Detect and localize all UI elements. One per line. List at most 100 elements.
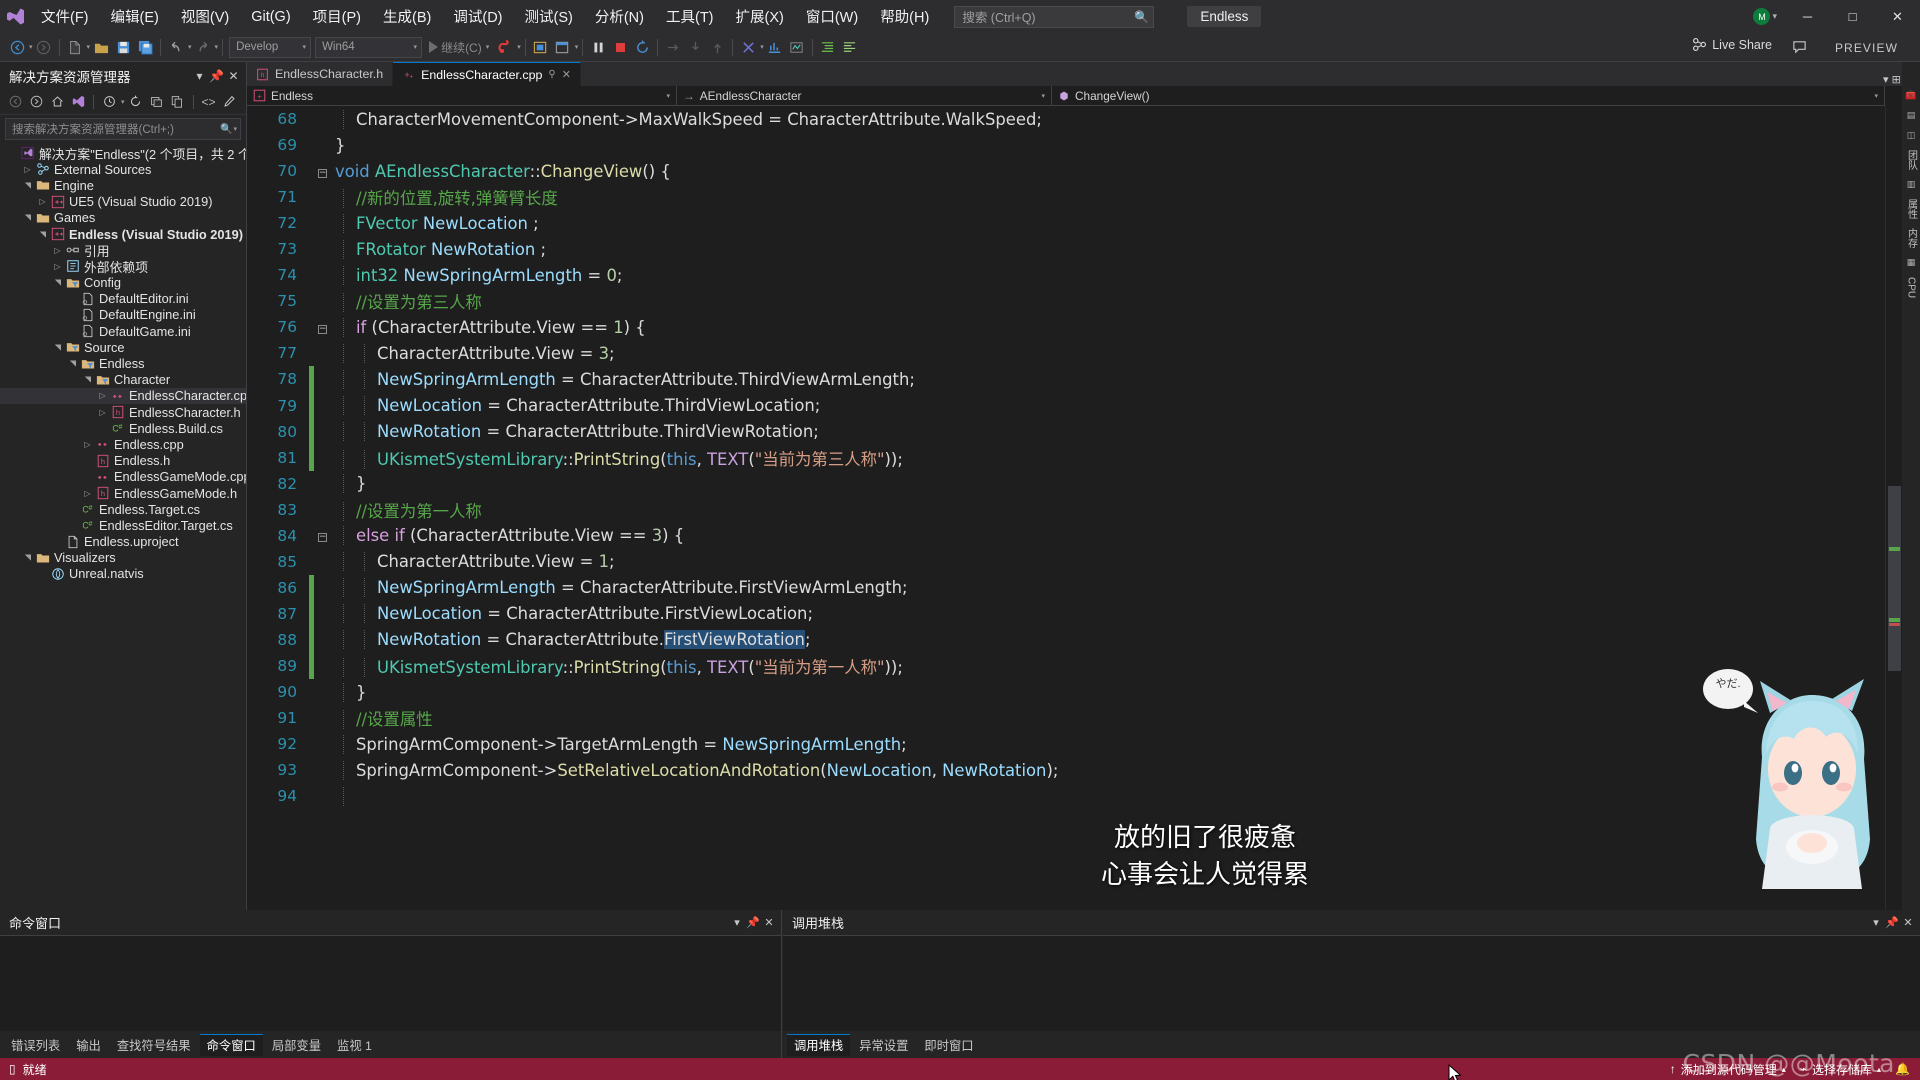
pause-icon[interactable] bbox=[587, 35, 609, 59]
tree-item[interactable]: ◢ Character bbox=[0, 372, 246, 388]
rail-label-3[interactable]: 内存 bbox=[1904, 228, 1919, 248]
code-line[interactable]: 81 UKismetSystemLibrary::PrintString(this… bbox=[247, 444, 1885, 471]
menu-analyze[interactable]: 分析(N) bbox=[584, 0, 655, 33]
chevron-down-icon[interactable]: ▾ bbox=[191, 66, 208, 86]
command-window-tab-2[interactable]: 查找符号结果 bbox=[110, 1034, 198, 1056]
menu-window[interactable]: 窗口(W) bbox=[795, 0, 869, 33]
diagnostics-icon[interactable] bbox=[786, 35, 808, 59]
tree-item[interactable]: C # Endless.Target.cs bbox=[0, 501, 246, 517]
chevron-down-icon[interactable]: ◢ bbox=[68, 357, 77, 370]
code-line[interactable]: 91 //设置属性 bbox=[247, 705, 1885, 731]
fold-toggle-icon[interactable]: − bbox=[314, 165, 331, 178]
maximize-button[interactable]: □ bbox=[1830, 0, 1875, 33]
cpu-icon[interactable]: ▦ bbox=[1907, 257, 1916, 268]
tree-item[interactable]: ▷ 引用 bbox=[0, 242, 246, 259]
code-line[interactable]: 76 − if (CharacterAttribute.View == 1) { bbox=[247, 314, 1885, 340]
tree-item[interactable]: ▷ UE5 (Visual Studio 2019) bbox=[0, 194, 246, 210]
close-icon[interactable]: ✕ bbox=[562, 68, 571, 81]
step-over-icon[interactable] bbox=[662, 35, 684, 59]
properties-icon[interactable] bbox=[220, 91, 240, 112]
preview-badge[interactable]: PREVIEW bbox=[1827, 38, 1906, 58]
navbar-type-dropdown[interactable]: → AEndlessCharacter ▾ bbox=[677, 85, 1052, 106]
stop-icon[interactable] bbox=[609, 35, 631, 59]
tree-item[interactable]: C # EndlessEditor.Target.cs bbox=[0, 517, 246, 533]
window-layout-icon[interactable] bbox=[552, 35, 574, 59]
code-line[interactable]: 69} bbox=[247, 132, 1885, 158]
menu-project[interactable]: 项目(P) bbox=[302, 0, 372, 33]
home-icon[interactable] bbox=[47, 91, 67, 112]
pending-changes-dropdown-icon[interactable]: ▾ bbox=[121, 98, 125, 106]
select-repository-button[interactable]: ⌁ 选择存储库 ▴ bbox=[1800, 1061, 1881, 1078]
tree-item[interactable]: ▷ h EndlessGameMode.h bbox=[0, 485, 246, 501]
call-stack-tab-2[interactable]: 即时窗口 bbox=[917, 1034, 980, 1056]
hot-reload-dropdown-icon[interactable]: ▾ bbox=[517, 43, 521, 51]
tree-item-selected[interactable]: ▷ EndlessCharacter.cpp bbox=[0, 387, 246, 404]
editor-vertical-scrollbar[interactable] bbox=[1885, 106, 1902, 910]
split-editor-icon[interactable]: ⊞ bbox=[1892, 73, 1901, 86]
close-button[interactable]: ✕ bbox=[1875, 0, 1920, 33]
code-line[interactable]: 88 NewRotation = CharacterAttribute.First… bbox=[247, 626, 1885, 653]
menu-git[interactable]: Git(G) bbox=[240, 0, 301, 33]
navbar-project-dropdown[interactable]: + Endless ▾ bbox=[247, 85, 677, 106]
command-window-tab-0[interactable]: 错误列表 bbox=[4, 1034, 67, 1056]
tree-item[interactable]: Endless.uproject bbox=[0, 534, 246, 550]
attach-process-icon[interactable] bbox=[530, 35, 552, 59]
scrollbar-thumb[interactable] bbox=[1888, 486, 1901, 671]
tab-endlesscharacter-h[interactable]: h EndlessCharacter.h bbox=[247, 62, 394, 86]
tab-endlesscharacter-cpp[interactable]: + + EndlessCharacter.cpp ⚲ ✕ bbox=[393, 62, 581, 86]
chevron-down-icon[interactable]: ▾ bbox=[233, 125, 237, 133]
menu-debug[interactable]: 调试(D) bbox=[442, 0, 513, 33]
solution-view-icon[interactable] bbox=[68, 91, 88, 112]
code-line[interactable]: 94 bbox=[247, 783, 1885, 809]
chevron-right-icon[interactable]: ▷ bbox=[96, 391, 109, 400]
quick-search-box[interactable]: 搜索 (Ctrl+Q) 🔍 bbox=[954, 5, 1155, 28]
tree-item[interactable]: ▷ Endless.cpp bbox=[0, 436, 246, 452]
navigate-forward-icon[interactable] bbox=[33, 35, 55, 59]
tree-item[interactable]: ▷ External Sources bbox=[0, 161, 246, 177]
minimize-button[interactable]: ─ bbox=[1785, 0, 1830, 33]
command-window-tab-5[interactable]: 监视 1 bbox=[330, 1034, 379, 1056]
call-stack-tab-1[interactable]: 异常设置 bbox=[852, 1034, 915, 1056]
chevron-down-icon[interactable]: ▾ bbox=[1868, 914, 1884, 932]
save-all-icon[interactable] bbox=[134, 35, 156, 59]
code-line[interactable]: 83 //设置为第一人称 bbox=[247, 497, 1885, 523]
chevron-down-icon[interactable]: ◢ bbox=[23, 179, 32, 192]
tree-item[interactable]: C # Endless.Build.cs bbox=[0, 420, 246, 436]
class-view-icon[interactable]: ◫ bbox=[1907, 130, 1916, 141]
tree-item[interactable]: DefaultEngine.ini bbox=[0, 307, 246, 323]
command-window-tab-4[interactable]: 局部变量 bbox=[265, 1034, 328, 1056]
tree-item[interactable]: DefaultEditor.ini bbox=[0, 291, 246, 307]
toolbox-icon[interactable]: 🧰 bbox=[1905, 90, 1916, 101]
code-line[interactable]: 68 CharacterMovementComponent->MaxWalkSpe… bbox=[247, 106, 1885, 132]
close-icon[interactable]: ✕ bbox=[761, 914, 777, 932]
indent-icon[interactable] bbox=[817, 35, 839, 59]
code-view-icon[interactable]: <> bbox=[199, 91, 219, 112]
menu-extensions[interactable]: 扩展(X) bbox=[725, 0, 795, 33]
chevron-down-icon[interactable]: ◢ bbox=[23, 211, 32, 224]
tree-item[interactable]: ◢ Config bbox=[0, 275, 246, 291]
tree-item[interactable]: ▷ h EndlessCharacter.h bbox=[0, 404, 246, 420]
refresh-icon[interactable] bbox=[126, 91, 146, 112]
forward-icon[interactable] bbox=[26, 91, 46, 112]
save-icon[interactable] bbox=[112, 35, 134, 59]
code-line[interactable]: 71 //新的位置,旋转,弹簧臂长度 bbox=[247, 184, 1885, 210]
code-line[interactable]: 87 NewLocation = CharacterAttribute.First… bbox=[247, 600, 1885, 627]
solution-explorer-search-input[interactable]: 搜索解决方案资源管理器(Ctrl+;) 🔍 ▾ bbox=[5, 118, 241, 140]
step-out-icon[interactable] bbox=[706, 35, 728, 59]
menu-edit[interactable]: 编辑(E) bbox=[100, 0, 170, 33]
hot-reload-icon[interactable] bbox=[494, 35, 516, 59]
code-line[interactable]: 79 NewLocation = CharacterAttribute.Third… bbox=[247, 392, 1885, 419]
navbar-member-dropdown[interactable]: ChangeView() ▾ bbox=[1052, 85, 1885, 106]
close-icon[interactable]: ✕ bbox=[1900, 914, 1916, 932]
code-line[interactable]: 85 CharacterAttribute.View = 1; bbox=[247, 549, 1885, 575]
chevron-right-icon[interactable]: ▷ bbox=[36, 197, 49, 206]
account-badge[interactable]: M ▾ bbox=[1753, 8, 1777, 25]
undo-icon[interactable] bbox=[165, 35, 187, 59]
chevron-down-icon[interactable]: ▾ bbox=[729, 914, 745, 932]
code-line[interactable]: 74 int32 NewSpringArmLength = 0; bbox=[247, 262, 1885, 288]
code-line[interactable]: 89 UKismetSystemLibrary::PrintString(this… bbox=[247, 652, 1885, 680]
command-window-body[interactable] bbox=[0, 935, 781, 1031]
chevron-right-icon[interactable]: ▷ bbox=[51, 246, 64, 255]
code-line[interactable]: 77 CharacterAttribute.View = 3; bbox=[247, 340, 1885, 366]
chevron-right-icon[interactable]: ▷ bbox=[81, 440, 94, 449]
